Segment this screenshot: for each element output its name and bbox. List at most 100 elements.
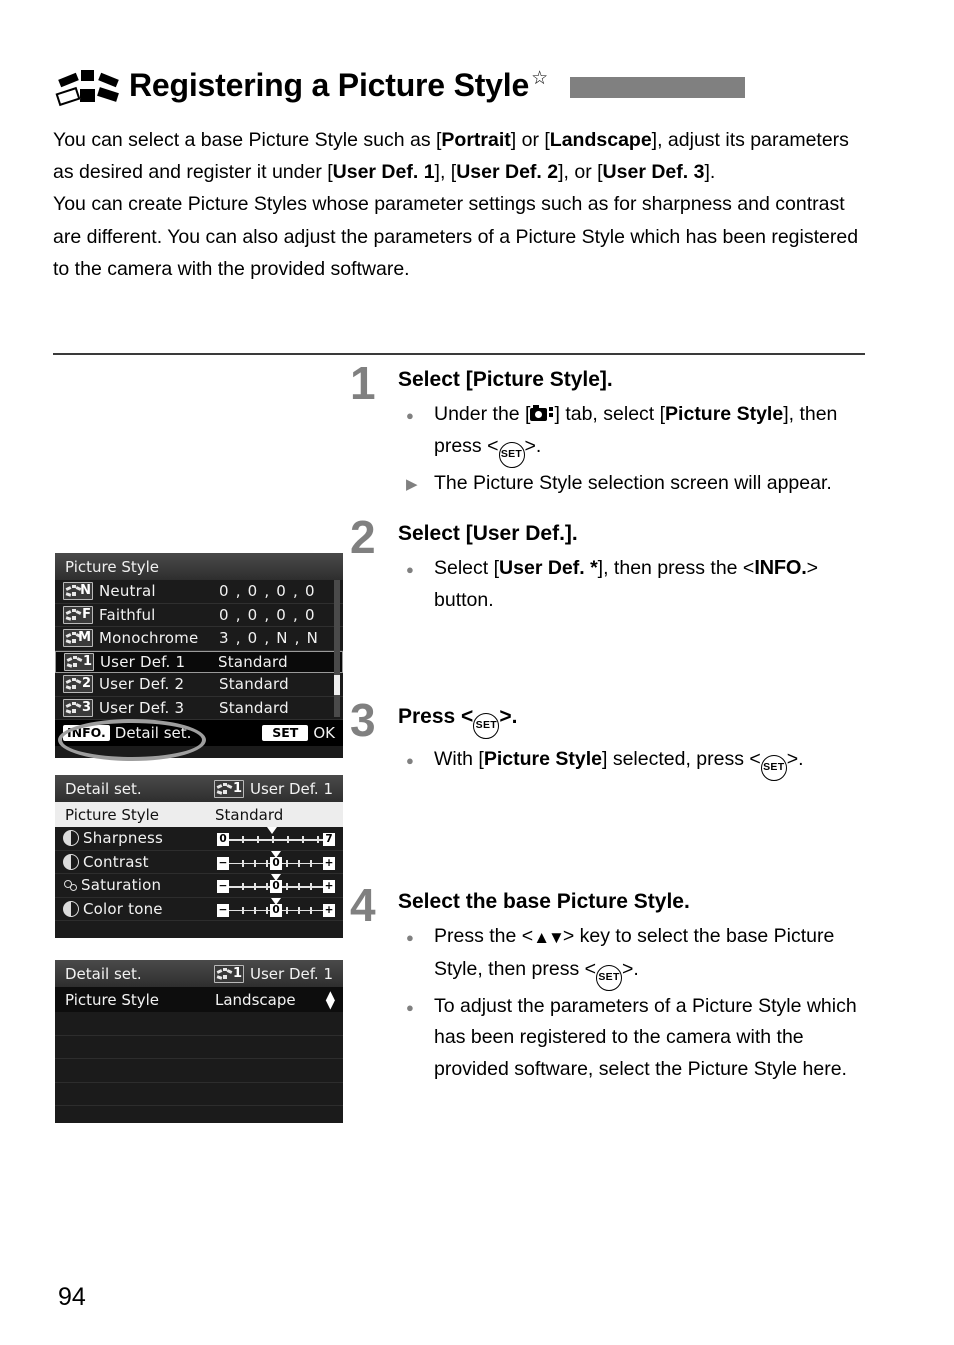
slider-max-label: 7 [323,833,335,847]
intro-paragraph-2: You can create Picture Styles whose para… [53,193,859,280]
saturation-slider[interactable]: − + 0 [217,874,335,895]
slider-min-label: − [217,880,229,894]
param-label: Color tone [83,899,163,918]
param-row-saturation[interactable]: Saturation − + 0 [55,874,343,898]
slider-pointer-icon [271,897,281,905]
list-item[interactable]: M Monochrome 3 , 0 , N , N [55,627,343,651]
star-symbol: ☆ [531,67,548,89]
bullet-dot-icon [406,553,414,586]
slider-value: 0 [270,856,282,870]
step-2-number: 2 [350,511,376,563]
picture-style-icon [55,65,119,107]
slider-pointer-icon [267,827,277,835]
intro-text: You can select a base Picture Style such… [53,124,865,285]
picture-style-badge-icon: 1 [213,779,244,798]
intro-paragraph-1: You can select a base Picture Style such… [53,129,849,184]
bullet-dot-icon [406,921,414,954]
list-item-label: User Def. 1 [100,652,186,671]
list-item[interactable]: N Neutral 0 , 0 , 0 , 0 [55,580,343,604]
screen3-header-right: User Def. 1 [249,964,333,983]
set-button-icon: SET [596,964,623,991]
up-down-key-icon: ▲▼ [533,928,565,947]
screen2-header: Detail set. 1 User Def. 1 [55,775,343,802]
slider-max-label: + [323,856,335,870]
camera-screen-picture-style[interactable]: Picture Style N Neutral 0 , 0 , 0 , 0 F … [55,553,343,758]
page-number: 94 [58,1283,86,1311]
contrast-icon [63,853,79,870]
picture-style-row-selected[interactable]: Picture Style Landscape ▲ ▼ [55,987,343,1012]
picture-style-value: Standard [215,805,284,824]
camera-tab-icon [530,405,554,422]
picture-style-badge-icon: 1 [213,964,244,983]
step-4-bullet-2: To adjust the parameters of a Picture St… [398,991,870,1086]
bullet-dot-icon [406,744,414,777]
picture-style-label: Picture Style [65,990,160,1009]
step-4-title: Select the base Picture Style. [398,890,690,913]
screen3-header-left: Detail set. [65,964,142,983]
param-row-sharpness[interactable]: Sharpness 0 7 [55,827,343,851]
list-item-value: 3 , 0 , N , N [219,629,320,648]
empty-row [55,1036,343,1059]
step-1-number: 1 [350,357,376,409]
color-tone-slider[interactable]: − + 0 [217,897,335,919]
screen1-title: Picture Style [55,553,343,580]
scrollbar-thumb[interactable] [334,675,340,695]
slider-value: 0 [270,880,282,894]
param-row-contrast[interactable]: Contrast − + 0 [55,850,343,874]
list-item-label: Monochrome [99,629,199,648]
step-3: 3 Press <SET>. With [Picture Style] sele… [350,697,870,888]
scrollbar-track[interactable] [334,580,340,717]
footer-detail-set-label: Detail set. [114,724,192,742]
section-divider [53,353,865,355]
picture-style-badge-icon: 1 [64,652,94,671]
step-2-bullet-1: Select [User Def. *], then press the <IN… [398,553,870,616]
list-item[interactable]: 2 User Def. 2 Standard [55,673,343,697]
list-item-value: 0 , 0 , 0 , 0 [219,582,316,601]
step-2-title: Select [User Def.]. [398,522,578,545]
slider-pointer-icon [271,850,281,858]
slider-max-label: + [323,903,335,917]
sharpness-icon [63,830,79,847]
slider-min-label: 0 [217,833,229,847]
picture-style-badge-icon: 3 [63,698,93,717]
picture-style-row[interactable]: Picture Style Standard [55,802,343,827]
list-item-value: Standard [219,675,289,694]
sharpness-slider[interactable]: 0 7 [217,827,335,848]
param-row-color-tone[interactable]: Color tone − + 0 [55,897,343,921]
page-header: Registering a Picture Style ☆ [55,60,870,110]
camera-screen-detail-set-standard[interactable]: Detail set. 1 User Def. 1 Picture Style … [55,775,343,938]
list-item[interactable]: 3 User Def. 3 Standard [55,697,343,720]
picture-style-badge-icon: N [63,582,93,601]
info-pill-icon: INFO. [63,725,110,741]
footer-ok-label: OK [313,724,335,742]
list-item[interactable]: F Faithful 0 , 0 , 0 , 0 [55,604,343,627]
picture-style-badge-icon: F [63,605,93,624]
camera-screen-detail-set-landscape[interactable]: Detail set. 1 User Def. 1 Picture Style … [55,960,343,1123]
list-item-label: User Def. 3 [99,698,185,717]
slider-min-label: − [217,856,229,870]
step-3-title: Press < SET >. [398,703,870,739]
screen2-header-right: User Def. 1 [249,779,333,798]
screen1-footer: INFO. Detail set. SET OK [55,720,343,746]
contrast-slider[interactable]: − + 0 [217,850,335,872]
saturation-icon [63,878,77,892]
header-gray-bar [569,76,745,98]
step-3-bullet-1: With [Picture Style] selected, press <SE… [398,744,870,781]
param-label: Saturation [81,876,162,895]
spinner-updown-icon[interactable]: ▲ ▼ [326,989,335,1010]
param-label: Contrast [83,852,149,871]
picture-style-label: Picture Style [65,805,160,824]
step-4-bullet-1: Press the <▲▼> key to select the base Pi… [398,921,870,991]
step-3-number: 3 [350,694,376,746]
slider-pointer-icon [271,874,281,882]
set-button-icon: SET [760,755,787,781]
slider-value: 0 [270,903,282,917]
step-1: 1 Select [Picture Style]. Under the [] t… [350,360,870,514]
list-item-label: Neutral [99,582,156,601]
list-item-selected[interactable]: 1 User Def. 1 Standard [55,650,343,673]
step-1-bullet-2: The Picture Style selection screen will … [398,468,870,500]
empty-row [55,1059,343,1083]
step-2: 2 Select [User Def.]. Select [User Def. … [350,514,870,703]
step-4-number: 4 [350,879,376,931]
list-item-value: Standard [219,698,289,717]
